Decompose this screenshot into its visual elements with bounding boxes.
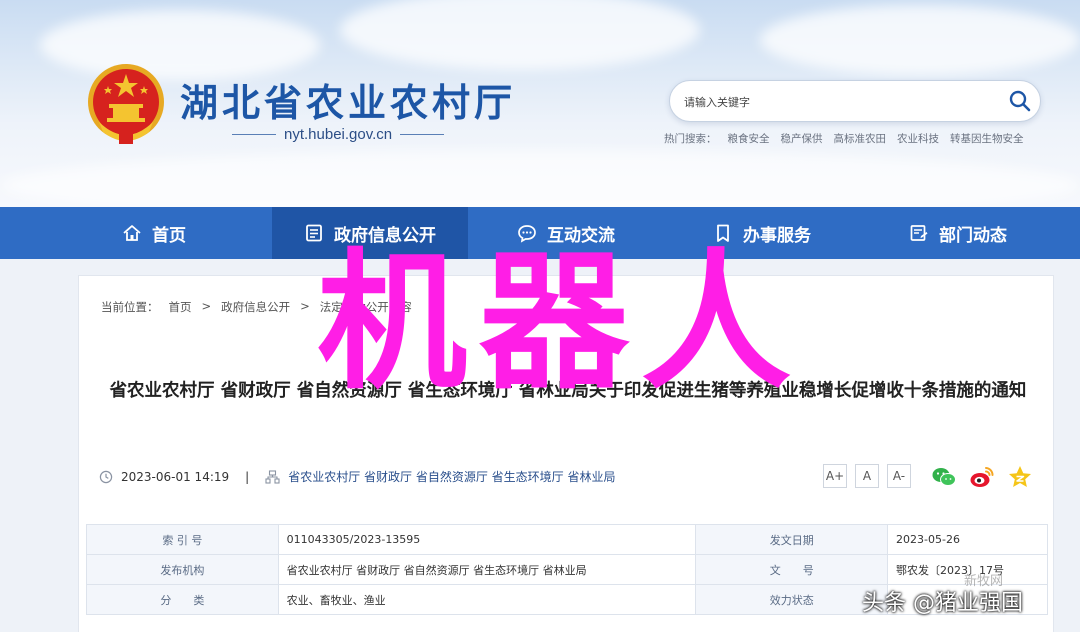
nav-label: 首页 bbox=[152, 225, 186, 246]
breadcrumb-separator: > bbox=[300, 299, 310, 313]
site-header: 湖北省农业农村厅 nyt.hubei.gov.cn 热门搜索： 粮食安全 稳产保… bbox=[0, 0, 1080, 207]
bookmark-icon bbox=[717, 224, 729, 242]
search-icon[interactable] bbox=[1008, 89, 1032, 113]
cloud-decoration bbox=[0, 150, 1080, 207]
divider bbox=[400, 134, 445, 135]
table-row: 发布机构 省农业农村厅 省财政厅 省自然资源厅 省生态环境厅 省林业局 文 号 … bbox=[86, 554, 1048, 585]
search-box bbox=[669, 80, 1041, 122]
chat-icon bbox=[518, 225, 536, 243]
breadcrumb-link[interactable]: 首页 bbox=[169, 299, 192, 315]
cloud-decoration bbox=[340, 0, 700, 70]
article-meta: 2023-06-01 14:19 | 省农业农村厅 省财政厅 省自然资源厅 省生… bbox=[99, 468, 615, 485]
hot-search-label: 热门搜索： bbox=[664, 133, 717, 145]
nav-label: 部门动态 bbox=[939, 225, 1007, 246]
clock-icon bbox=[99, 470, 113, 483]
main-nav: 首页 政府信息公开 互动交流 办事服务 部门动态 bbox=[0, 207, 1080, 259]
publishing-agencies: 省农业农村厅 省财政厅 省自然资源厅 省生态环境厅 省林业局 bbox=[288, 470, 616, 484]
table-key: 发布机构 bbox=[86, 554, 279, 585]
hot-search-term[interactable]: 高标准农田 bbox=[834, 131, 887, 146]
table-key: 发文日期 bbox=[695, 524, 889, 555]
hot-search-term[interactable]: 转基因生物安全 bbox=[950, 131, 1024, 146]
news-icon bbox=[910, 225, 928, 241]
table-value: 省农业农村厅 省财政厅 省自然资源厅 省生态环境厅 省林业局 bbox=[277, 554, 697, 585]
divider bbox=[232, 134, 276, 135]
national-emblem-icon bbox=[88, 64, 164, 144]
table-key: 效力状态 bbox=[695, 584, 889, 615]
font-default-button[interactable]: A bbox=[855, 464, 879, 488]
cloud-decoration bbox=[760, 5, 1080, 75]
share-buttons bbox=[931, 464, 1033, 490]
font-smaller-button[interactable]: A- bbox=[887, 464, 911, 488]
article-title: 省农业农村厅 省财政厅 省自然资源厅 省生态环境厅 省林业局关于印发促进生猪等养… bbox=[109, 381, 1027, 401]
weibo-icon[interactable] bbox=[969, 464, 995, 490]
cloud-decoration bbox=[40, 10, 320, 80]
wechat-icon[interactable] bbox=[931, 464, 957, 490]
breadcrumb-link[interactable]: 法定主动公开内容 bbox=[320, 299, 412, 315]
table-value: 2023-05-26 bbox=[887, 524, 1048, 555]
nav-item-gov-info[interactable]: 政府信息公开 bbox=[272, 207, 468, 259]
organization-icon bbox=[265, 469, 280, 484]
hot-search-row: 热门搜索： 粮食安全 稳产保供 高标准农田 农业科技 转基因生物安全 bbox=[664, 131, 1024, 146]
table-key: 分 类 bbox=[86, 584, 279, 615]
hot-search-term[interactable]: 粮食安全 bbox=[728, 131, 770, 146]
table-key: 索 引 号 bbox=[86, 524, 279, 555]
nav-label: 办事服务 bbox=[743, 225, 811, 246]
breadcrumb-separator: > bbox=[201, 299, 212, 313]
document-icon bbox=[306, 224, 322, 242]
site-domain-row: nyt.hubei.gov.cn bbox=[232, 126, 445, 143]
author-watermark: 头条 @猪业强国 bbox=[862, 591, 1023, 616]
article-card: 当前位置： 首页 > 政府信息公开 > 法定主动公开内容 省农业农村厅 省财政厅… bbox=[78, 275, 1054, 632]
font-size-controls: A+ A A- bbox=[823, 464, 911, 488]
breadcrumb-prefix: 当前位置： bbox=[101, 300, 159, 314]
table-key: 文 号 bbox=[695, 554, 889, 585]
site-domain: nyt.hubei.gov.cn bbox=[284, 126, 393, 143]
table-value: 011043305/2023-13595 bbox=[277, 524, 697, 555]
nav-item-home[interactable]: 首页 bbox=[0, 207, 272, 259]
breadcrumb-link[interactable]: 政府信息公开 bbox=[221, 299, 290, 315]
breadcrumb: 当前位置： 首页 > 政府信息公开 > 法定主动公开内容 bbox=[101, 299, 412, 315]
hot-search-term[interactable]: 稳产保供 bbox=[781, 131, 823, 146]
favorite-star-icon[interactable] bbox=[1007, 464, 1033, 490]
nav-item-dept-news[interactable]: 部门动态 bbox=[860, 207, 1056, 259]
search-input[interactable] bbox=[684, 91, 984, 113]
font-larger-button[interactable]: A+ bbox=[823, 464, 847, 488]
nav-label: 政府信息公开 bbox=[334, 225, 436, 246]
table-value: 农业、畜牧业、渔业 bbox=[277, 584, 697, 615]
nav-item-interaction[interactable]: 互动交流 bbox=[468, 207, 664, 259]
nav-label: 互动交流 bbox=[547, 225, 615, 246]
hot-search-term[interactable]: 农业科技 bbox=[897, 131, 939, 146]
nav-item-services[interactable]: 办事服务 bbox=[664, 207, 860, 259]
meta-separator: | bbox=[245, 469, 250, 484]
site-title: 湖北省农业农村厅 bbox=[180, 80, 517, 125]
table-row: 索 引 号 011043305/2023-13595 发文日期 2023-05-… bbox=[86, 524, 1048, 555]
home-icon bbox=[123, 225, 141, 241]
publish-date: 2023-06-01 14:19 bbox=[121, 469, 230, 484]
